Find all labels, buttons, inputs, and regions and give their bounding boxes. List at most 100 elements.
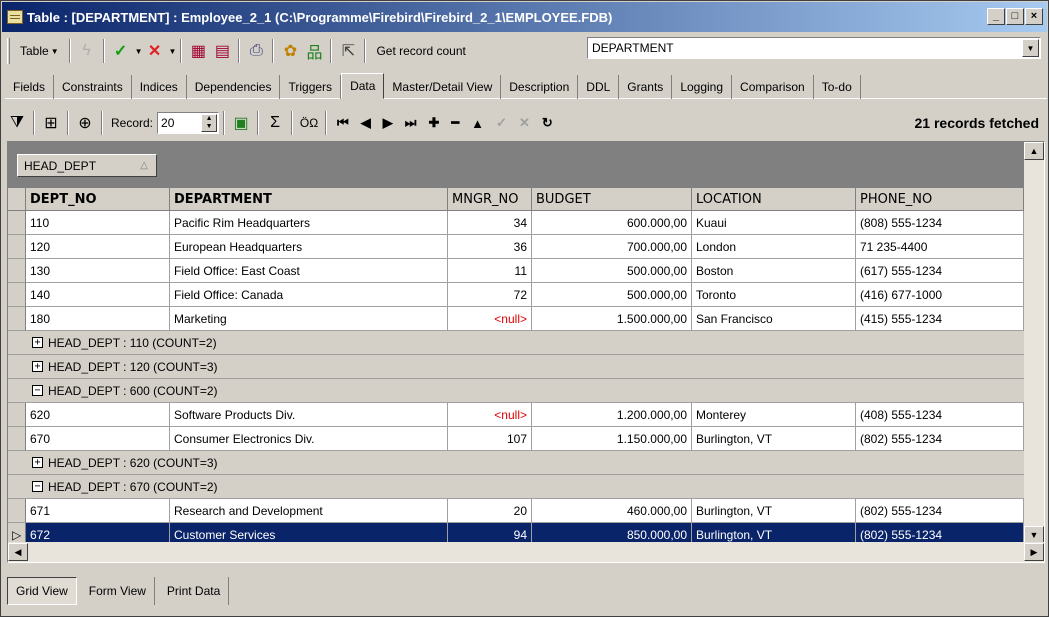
cell-mngr-no[interactable]: <null>: [448, 307, 532, 331]
table-grid-icon[interactable]: ▦: [188, 41, 208, 61]
stepper-arrows-icon[interactable]: ▲ ▼: [201, 114, 218, 132]
filter-edit-icon[interactable]: ⊞: [41, 113, 61, 133]
cell-dept-no[interactable]: 671: [26, 499, 170, 523]
expand-icon[interactable]: +: [32, 337, 43, 348]
cancel-edit-icon[interactable]: ✕: [519, 115, 530, 131]
cell-budget[interactable]: 1.500.000,00: [532, 307, 692, 331]
column-header-department[interactable]: DEPARTMENT: [170, 188, 448, 211]
cell-phone-no[interactable]: (808) 555-1234: [856, 211, 1024, 235]
gear-colored-icon[interactable]: ✿: [280, 41, 300, 61]
tab-description[interactable]: Description: [501, 75, 579, 99]
cell-mngr-no[interactable]: 20: [448, 499, 532, 523]
expand-icon[interactable]: +: [32, 457, 43, 468]
cell-location[interactable]: Burlington, VT: [692, 499, 856, 523]
cell-dept-no[interactable]: 620: [26, 403, 170, 427]
tab-form-view[interactable]: Form View: [81, 577, 155, 605]
group-by-chip[interactable]: HEAD_DEPT △: [17, 154, 157, 177]
group-row[interactable]: + HEAD_DEPT : 110 (COUNT=2): [8, 331, 1024, 355]
tab-ddl[interactable]: DDL: [578, 75, 620, 99]
close-button[interactable]: ×: [1025, 8, 1043, 25]
cell-mngr-no[interactable]: 11: [448, 259, 532, 283]
column-header-location[interactable]: LOCATION: [692, 188, 856, 211]
cell-budget[interactable]: 700.000,00: [532, 235, 692, 259]
edit-record-icon[interactable]: ▲: [471, 116, 484, 131]
cursor-icon[interactable]: ⇱: [338, 41, 358, 61]
record-number-stepper[interactable]: 20 ▲ ▼: [157, 112, 220, 134]
last-record-icon[interactable]: ⏭: [405, 115, 417, 131]
tab-indices[interactable]: Indices: [132, 75, 187, 99]
filter-add-icon[interactable]: ⊕: [75, 113, 95, 133]
tab-data[interactable]: Data: [341, 73, 385, 99]
cell-department[interactable]: Field Office: East Coast: [170, 259, 448, 283]
cell-phone-no[interactable]: (408) 555-1234: [856, 403, 1024, 427]
cell-dept-no[interactable]: 130: [26, 259, 170, 283]
table-row[interactable]: 670 Consumer Electronics Div. 107 1.150.000…: [8, 427, 1024, 451]
cell-department[interactable]: Pacific Rim Headquarters: [170, 211, 448, 235]
cell-phone-no[interactable]: (802) 555-1234: [856, 427, 1024, 451]
delete-record-icon[interactable]: ━: [451, 115, 459, 131]
tab-grants[interactable]: Grants: [619, 75, 673, 99]
group-row[interactable]: + HEAD_DEPT : 120 (COUNT=3): [8, 355, 1024, 379]
first-record-icon[interactable]: ⏮: [337, 115, 349, 131]
collapse-icon[interactable]: −: [32, 481, 43, 492]
collapse-icon[interactable]: −: [32, 385, 43, 396]
table-row[interactable]: 110 Pacific Rim Headquarters 34 600.000,00 K…: [8, 211, 1024, 235]
group-row[interactable]: − HEAD_DEPT : 600 (COUNT=2): [8, 379, 1024, 403]
group-row[interactable]: − HEAD_DEPT : 670 (COUNT=2): [8, 475, 1024, 499]
cell-location[interactable]: San Francisco: [692, 307, 856, 331]
post-edit-icon[interactable]: ✓: [496, 115, 507, 131]
vertical-scrollbar[interactable]: ▲ ▼: [1024, 142, 1044, 544]
chevron-down-icon[interactable]: ▼: [169, 47, 177, 56]
cell-mngr-no[interactable]: 36: [448, 235, 532, 259]
scroll-left-icon[interactable]: ◀: [8, 543, 28, 561]
tab-triggers[interactable]: Triggers: [280, 75, 342, 99]
cell-budget[interactable]: 460.000,00: [532, 499, 692, 523]
tab-grid-view[interactable]: Grid View: [7, 577, 77, 605]
get-record-count-button[interactable]: Get record count: [370, 38, 471, 64]
tab-fields[interactable]: Fields: [5, 75, 55, 99]
toolbar-grip[interactable]: [7, 38, 10, 64]
cell-location[interactable]: Boston: [692, 259, 856, 283]
scroll-up-icon[interactable]: ▲: [1024, 142, 1044, 160]
cell-mngr-no[interactable]: <null>: [448, 403, 532, 427]
cell-budget[interactable]: 1.150.000,00: [532, 427, 692, 451]
prior-record-icon[interactable]: ◀: [361, 115, 371, 131]
filter-icon[interactable]: ⧩: [7, 113, 27, 133]
lightning-icon[interactable]: ϟ: [77, 41, 97, 61]
table-menu-button[interactable]: Table ▼: [14, 38, 65, 64]
cell-location[interactable]: Toronto: [692, 283, 856, 307]
cell-phone-no[interactable]: (415) 555-1234: [856, 307, 1024, 331]
chevron-down-icon[interactable]: ▼: [135, 47, 143, 56]
tab-constraints[interactable]: Constraints: [54, 75, 132, 99]
column-header-budget[interactable]: BUDGET: [532, 188, 692, 211]
cell-location[interactable]: Burlington, VT: [692, 427, 856, 451]
cell-budget[interactable]: 500.000,00: [532, 283, 692, 307]
tree-icon[interactable]: 品: [304, 41, 324, 62]
cell-budget[interactable]: 1.200.000,00: [532, 403, 692, 427]
cell-department[interactable]: Research and Development: [170, 499, 448, 523]
tab-dependencies[interactable]: Dependencies: [187, 75, 281, 99]
expand-icon[interactable]: +: [32, 361, 43, 372]
cell-department[interactable]: Software Products Div.: [170, 403, 448, 427]
tab-print-data[interactable]: Print Data: [159, 577, 230, 605]
group-by-panel[interactable]: HEAD_DEPT △: [8, 142, 1024, 188]
cell-mngr-no[interactable]: 72: [448, 283, 532, 307]
column-header-phone-no[interactable]: PHONE_NO: [856, 188, 1024, 211]
cell-department[interactable]: European Headquarters: [170, 235, 448, 259]
tab-logging[interactable]: Logging: [672, 75, 733, 99]
table-select[interactable]: DEPARTMENT ▼: [587, 37, 1041, 59]
group-row[interactable]: + HEAD_DEPT : 620 (COUNT=3): [8, 451, 1024, 475]
table-row[interactable]: 671 Research and Development 20 460.000,00 B…: [8, 499, 1024, 523]
cell-department[interactable]: Field Office: Canada: [170, 283, 448, 307]
minimize-button[interactable]: _: [987, 8, 1005, 25]
cell-phone-no[interactable]: (802) 555-1234: [856, 499, 1024, 523]
table-row[interactable]: 120 European Headquarters 36 700.000,00 Lond…: [8, 235, 1024, 259]
cell-mngr-no[interactable]: 34: [448, 211, 532, 235]
tab-to-do[interactable]: To-do: [814, 75, 861, 99]
cell-budget[interactable]: 500.000,00: [532, 259, 692, 283]
scroll-right-icon[interactable]: ▶: [1024, 543, 1044, 561]
cell-phone-no[interactable]: (617) 555-1234: [856, 259, 1024, 283]
chevron-down-icon[interactable]: ▼: [1022, 39, 1039, 57]
cell-dept-no[interactable]: 670: [26, 427, 170, 451]
cell-dept-no[interactable]: 140: [26, 283, 170, 307]
